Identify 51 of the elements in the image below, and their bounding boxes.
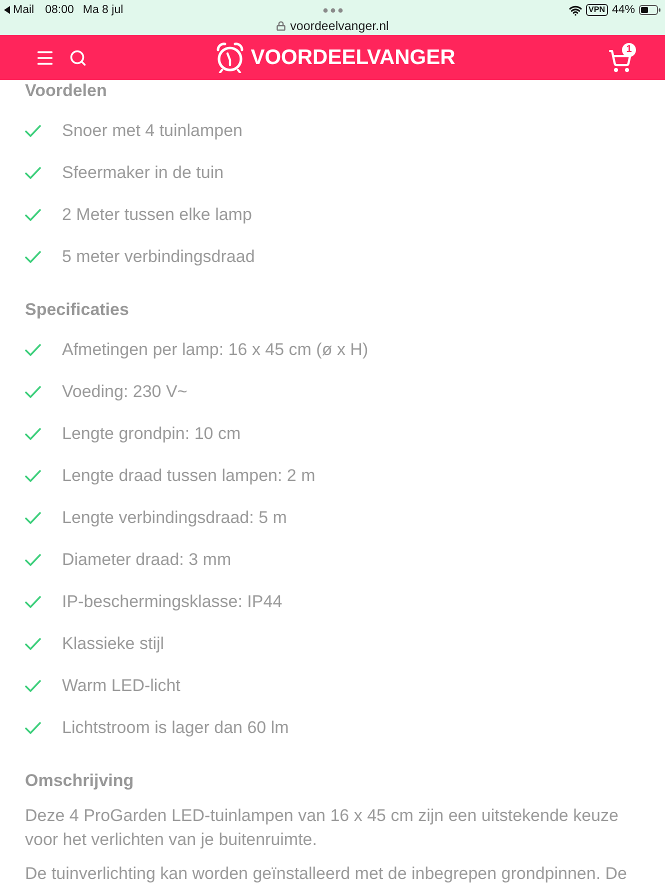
vpn-badge: VPN: [586, 4, 608, 16]
feature-text: Sfeermaker in de tuin: [62, 163, 224, 183]
alarm-clock-icon: [216, 42, 244, 73]
description-paragraph: Deze 4 ProGarden LED-tuinlampen van 16 x 45 cm zijn een uitstekende keuze voor het verlichten van je buitenruimte.: [25, 805, 620, 851]
check-icon: [25, 251, 41, 263]
check-icon: [25, 125, 41, 137]
search-button[interactable]: [69, 48, 87, 66]
url-text[interactable]: voordeelvanger.nl: [290, 18, 389, 32]
feature-text: Klassieke stijl: [62, 634, 164, 654]
section-heading: Voordelen: [25, 80, 107, 102]
wifi-icon: [568, 4, 582, 16]
feature-text: IP-beschermingsklasse: IP44: [62, 592, 282, 612]
feature-text: Lengte verbindingsdraad: 5 m: [62, 508, 287, 528]
clock-time: 08:00: [45, 4, 74, 16]
feature-text: Snoer met 4 tuinlampen: [62, 121, 242, 141]
feature-text: 2 Meter tussen elke lamp: [62, 205, 252, 225]
back-arrow-icon: [4, 6, 10, 14]
lock-icon: [276, 20, 286, 30]
site-logo[interactable]: VOORDEELVANGER: [216, 42, 456, 73]
check-icon: [25, 512, 41, 524]
logo-text: VOORDEELVANGER: [250, 46, 456, 70]
feature-text: Warm LED-licht: [62, 676, 180, 696]
more-dots-icon[interactable]: [322, 8, 342, 12]
check-icon: [25, 209, 41, 221]
check-icon: [25, 386, 41, 398]
feature-text: Afmetingen per lamp: 16 x 45 cm (ø x H): [62, 340, 368, 360]
feature-text: Voeding: 230 V~: [62, 382, 188, 402]
check-icon: [25, 596, 41, 608]
description-paragraph: De tuinverlichting kan worden geïnstalleerd met de inbegrepen grondpinnen. De: [25, 863, 627, 885]
cart-button[interactable]: 1: [608, 42, 636, 72]
check-icon: [25, 428, 41, 440]
battery-icon: [639, 5, 661, 15]
search-icon: [69, 48, 87, 66]
check-icon: [25, 470, 41, 482]
check-icon: [25, 638, 41, 650]
check-icon: [25, 680, 41, 692]
cart-count-badge: 1: [622, 42, 636, 56]
check-icon: [25, 554, 41, 566]
check-icon: [25, 722, 41, 734]
feature-text: Diameter draad: 3 mm: [62, 550, 232, 570]
feature-text: 5 meter verbindingsdraad: [62, 247, 255, 267]
date-text: Ma 8 jul: [82, 4, 124, 16]
feature-text: Lichtstroom is lager dan 60 lm: [62, 718, 289, 738]
check-icon: [25, 167, 41, 179]
back-to-app-link[interactable]: Mail: [4, 4, 34, 16]
section-heading: Omschrijving: [25, 770, 134, 792]
feature-text: Lengte grondpin: 10 cm: [62, 424, 241, 444]
feature-text: Lengte draad tussen lampen: 2 m: [62, 466, 316, 486]
check-icon: [25, 344, 41, 356]
section-heading: Specificaties: [25, 299, 129, 321]
battery-percentage: 44%: [612, 4, 635, 16]
